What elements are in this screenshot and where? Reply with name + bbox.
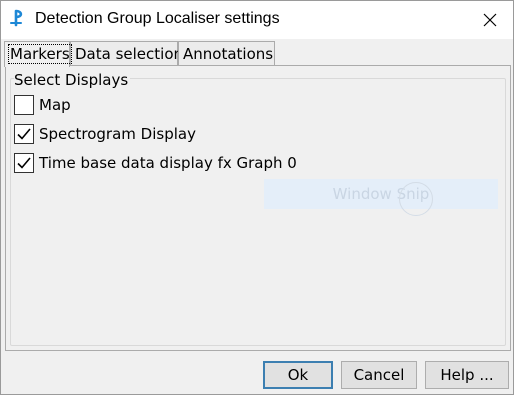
tab-annotations[interactable]: Annotations — [178, 41, 275, 66]
close-icon — [483, 13, 497, 27]
window-title: Detection Group Localiser settings — [35, 10, 280, 27]
time-base-checkbox-label: Time base data display fx Graph 0 — [39, 154, 297, 172]
spectrogram-checkbox-label: Spectrogram Display — [39, 125, 196, 143]
tab-data-selection[interactable]: Data selection — [70, 41, 183, 66]
map-checkbox[interactable] — [14, 95, 34, 115]
time-base-checkbox[interactable] — [14, 153, 34, 173]
tab-annotations-label: Annotations — [183, 45, 274, 63]
map-checkbox-label: Map — [39, 96, 71, 114]
dialog-window: Detection Group Localiser settings Marke… — [0, 0, 514, 395]
tab-markers-label: Markers — [8, 44, 72, 64]
close-button[interactable] — [467, 1, 513, 39]
tab-markers[interactable]: Markers — [4, 41, 72, 67]
select-displays-group — [10, 78, 506, 346]
window-snip-overlay: Window Snip — [264, 179, 498, 216]
help-button[interactable]: Help ... — [425, 361, 509, 389]
check-icon — [17, 128, 31, 140]
group-title: Select Displays — [14, 71, 131, 89]
checkbox-spectrogram-display[interactable]: Spectrogram Display — [14, 123, 196, 145]
cancel-button[interactable]: Cancel — [341, 361, 417, 389]
checkbox-map[interactable]: Map — [14, 94, 71, 116]
snip-ring-icon — [399, 182, 433, 216]
app-icon — [10, 9, 23, 27]
check-icon — [17, 157, 31, 169]
tab-data-selection-label: Data selection — [75, 45, 184, 63]
checkbox-time-base-display[interactable]: Time base data display fx Graph 0 — [14, 152, 297, 174]
spectrogram-checkbox[interactable] — [14, 124, 34, 144]
markers-panel: Select Displays Map Spectrogram Display … — [5, 65, 511, 351]
ok-button[interactable]: Ok — [263, 361, 333, 389]
title-bar[interactable]: Detection Group Localiser settings — [1, 1, 513, 39]
